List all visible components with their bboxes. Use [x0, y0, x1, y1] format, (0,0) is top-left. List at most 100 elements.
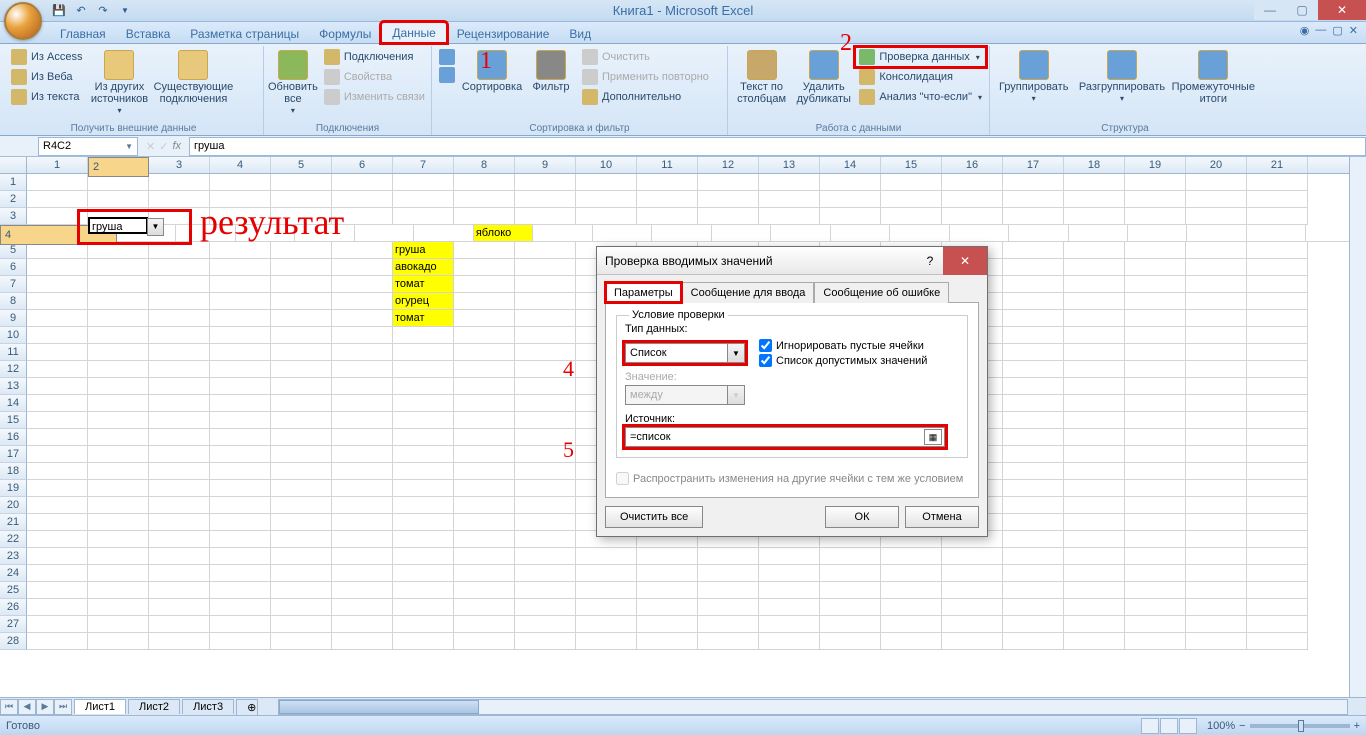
cell[interactable]: [1247, 276, 1308, 293]
cell[interactable]: [1247, 446, 1308, 463]
zoom-out-button[interactable]: −: [1239, 720, 1245, 732]
connections-button[interactable]: Подключения: [321, 48, 428, 66]
dialog-help-button[interactable]: ?: [917, 251, 943, 271]
cell[interactable]: [576, 548, 637, 565]
cell[interactable]: [759, 633, 820, 650]
view-normal-button[interactable]: [1141, 718, 1159, 734]
column-header[interactable]: 11: [637, 157, 698, 173]
cell[interactable]: [515, 208, 576, 225]
cell[interactable]: [1125, 429, 1186, 446]
tab-page-layout[interactable]: Разметка страницы: [180, 24, 309, 43]
cell[interactable]: [881, 174, 942, 191]
cell[interactable]: [210, 531, 271, 548]
cell[interactable]: [515, 429, 576, 446]
cell[interactable]: [942, 582, 1003, 599]
edit-links-button[interactable]: Изменить связи: [321, 88, 428, 106]
cell[interactable]: [1186, 259, 1247, 276]
ignore-blank-checkbox[interactable]: Игнорировать пустые ячейки: [759, 339, 927, 352]
cell[interactable]: [1125, 599, 1186, 616]
cell[interactable]: [27, 599, 88, 616]
from-text-button[interactable]: Из текста: [8, 88, 85, 106]
cell[interactable]: [1186, 361, 1247, 378]
cell[interactable]: [1186, 599, 1247, 616]
cell[interactable]: [210, 599, 271, 616]
cell[interactable]: [88, 191, 149, 208]
filter-button[interactable]: Фильтр: [526, 48, 576, 93]
cell[interactable]: [1003, 429, 1064, 446]
column-header[interactable]: 15: [881, 157, 942, 173]
cell[interactable]: [1247, 633, 1308, 650]
cell[interactable]: [332, 616, 393, 633]
cell[interactable]: [332, 276, 393, 293]
cell[interactable]: [1186, 293, 1247, 310]
cell[interactable]: [27, 344, 88, 361]
cell[interactable]: [1186, 276, 1247, 293]
cell[interactable]: [515, 599, 576, 616]
cell[interactable]: [332, 174, 393, 191]
cell[interactable]: [149, 242, 210, 259]
cell[interactable]: [1247, 344, 1308, 361]
cell[interactable]: [1247, 599, 1308, 616]
cell[interactable]: [27, 548, 88, 565]
cell[interactable]: [1003, 531, 1064, 548]
cell[interactable]: [1003, 276, 1064, 293]
cell[interactable]: [271, 412, 332, 429]
cell[interactable]: [820, 174, 881, 191]
zoom-slider[interactable]: [1250, 724, 1350, 728]
cell[interactable]: [637, 208, 698, 225]
cell[interactable]: [1064, 565, 1125, 582]
row-header[interactable]: 1: [0, 174, 27, 191]
cell[interactable]: [88, 276, 149, 293]
column-header[interactable]: 2: [88, 157, 149, 177]
cell[interactable]: [454, 327, 515, 344]
cell[interactable]: [454, 276, 515, 293]
sort-desc-button[interactable]: [436, 66, 458, 84]
cell[interactable]: [454, 293, 515, 310]
cell[interactable]: [1125, 531, 1186, 548]
cell[interactable]: [515, 259, 576, 276]
dialog-tab-input-message[interactable]: Сообщение для ввода: [682, 282, 815, 303]
last-sheet-button[interactable]: ⏭: [54, 699, 72, 715]
column-header[interactable]: 9: [515, 157, 576, 173]
cell[interactable]: [1186, 514, 1247, 531]
column-header[interactable]: 7: [393, 157, 454, 173]
cell[interactable]: [271, 565, 332, 582]
cell[interactable]: [332, 378, 393, 395]
cell[interactable]: [576, 582, 637, 599]
cell[interactable]: [820, 565, 881, 582]
cell[interactable]: [1186, 208, 1247, 225]
cell[interactable]: томат: [393, 310, 454, 327]
cell[interactable]: [637, 599, 698, 616]
cell[interactable]: [210, 344, 271, 361]
cell[interactable]: [210, 633, 271, 650]
column-header[interactable]: 3: [149, 157, 210, 173]
cell[interactable]: [820, 582, 881, 599]
cell[interactable]: [149, 327, 210, 344]
cell[interactable]: [1003, 242, 1064, 259]
cell[interactable]: [1125, 259, 1186, 276]
cell[interactable]: [1003, 208, 1064, 225]
row-header[interactable]: 10: [0, 327, 27, 344]
consolidate-button[interactable]: Консолидация: [856, 68, 985, 86]
cell[interactable]: [1186, 582, 1247, 599]
cell[interactable]: [88, 446, 149, 463]
restore-window-icon[interactable]: ▢: [1332, 24, 1342, 37]
cell[interactable]: [1064, 344, 1125, 361]
row-header[interactable]: 7: [0, 276, 27, 293]
cell[interactable]: [759, 174, 820, 191]
cell[interactable]: [88, 480, 149, 497]
cell[interactable]: [1247, 378, 1308, 395]
cell[interactable]: [454, 361, 515, 378]
cell[interactable]: [1003, 446, 1064, 463]
cell[interactable]: [1247, 361, 1308, 378]
formula-input[interactable]: груша: [189, 137, 1366, 156]
cell[interactable]: [210, 293, 271, 310]
cell[interactable]: [820, 208, 881, 225]
cell[interactable]: [27, 208, 88, 225]
new-sheet-button[interactable]: ⊕: [236, 699, 258, 715]
cell[interactable]: [454, 412, 515, 429]
cell[interactable]: [88, 565, 149, 582]
cell[interactable]: [149, 174, 210, 191]
cell[interactable]: [210, 429, 271, 446]
cell[interactable]: [454, 378, 515, 395]
